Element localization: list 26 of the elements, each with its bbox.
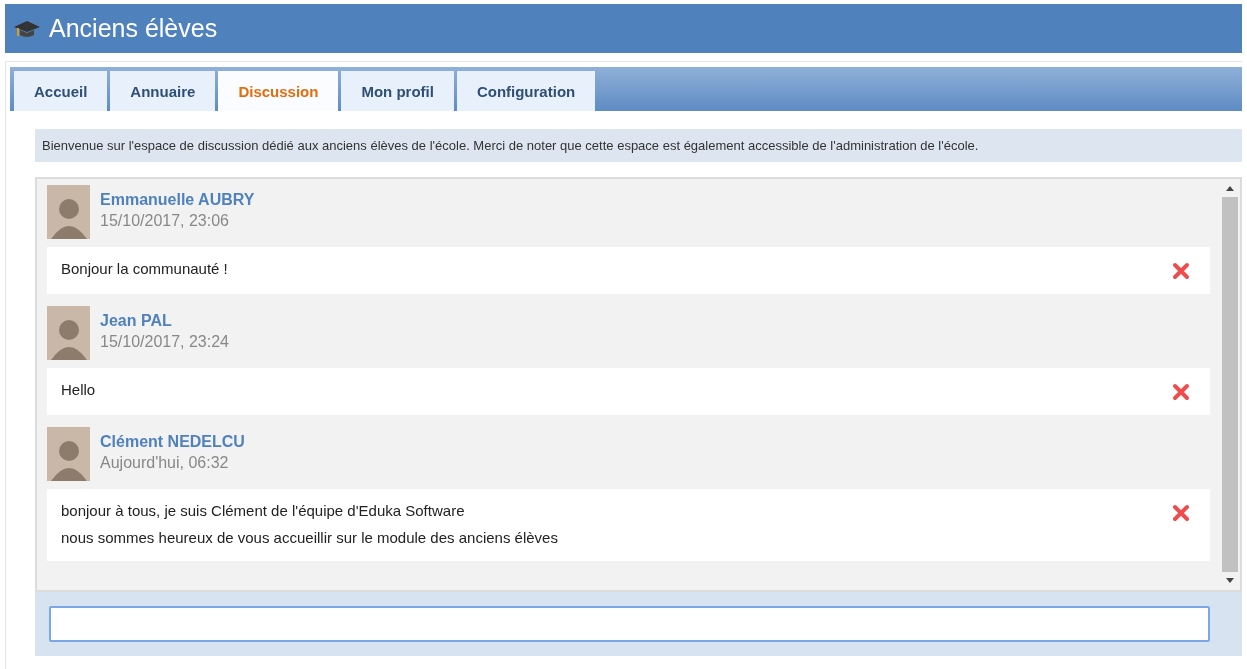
tab[interactable]: Configuration xyxy=(456,71,596,111)
tab[interactable]: Accueil xyxy=(14,71,108,111)
author-name: Jean PAL xyxy=(100,312,173,330)
delete-icon[interactable] xyxy=(1172,262,1190,280)
delete-icon[interactable] xyxy=(1172,504,1190,522)
message-text: bonjour à tous, je suis Clément de l'équipe d'Eduka Software xyxy=(61,502,466,520)
window-title: Anciens élèves xyxy=(49,14,218,43)
author-name: Clément NEDELCU xyxy=(100,433,245,451)
message-text: Hello xyxy=(61,381,96,399)
author-name: Emmanuelle AUBRY xyxy=(100,191,255,209)
scrollbar-thumb[interactable] xyxy=(1222,197,1238,572)
welcome-notice: Bienvenue sur l'espace de discussion dédié aux anciens élèves de l'école. Merci de noter que cette espace est également accessible de l'administration de l'école. xyxy=(35,129,1242,162)
avatar-placeholder xyxy=(47,185,90,239)
avatar-placeholder xyxy=(47,306,90,360)
scroll-down-icon[interactable] xyxy=(1225,576,1235,584)
tab[interactable]: Mon profil xyxy=(341,71,454,111)
message-date: 15/10/2017, 23:06 xyxy=(100,212,230,230)
message-date: Aujourd'hui, 06:32 xyxy=(100,454,230,472)
scroll-up-icon[interactable] xyxy=(1225,185,1235,193)
delete-icon[interactable] xyxy=(1172,383,1190,401)
tab[interactable]: Annuaire xyxy=(110,71,216,111)
message-date: 15/10/2017, 23:24 xyxy=(100,333,229,351)
message-text: nous sommes heureux de vous accueillir sur le module des anciens élèves xyxy=(61,529,558,547)
message-text: Bonjour la communauté ! xyxy=(61,260,228,278)
message-input[interactable] xyxy=(49,606,1210,642)
avatar-placeholder xyxy=(47,427,90,481)
